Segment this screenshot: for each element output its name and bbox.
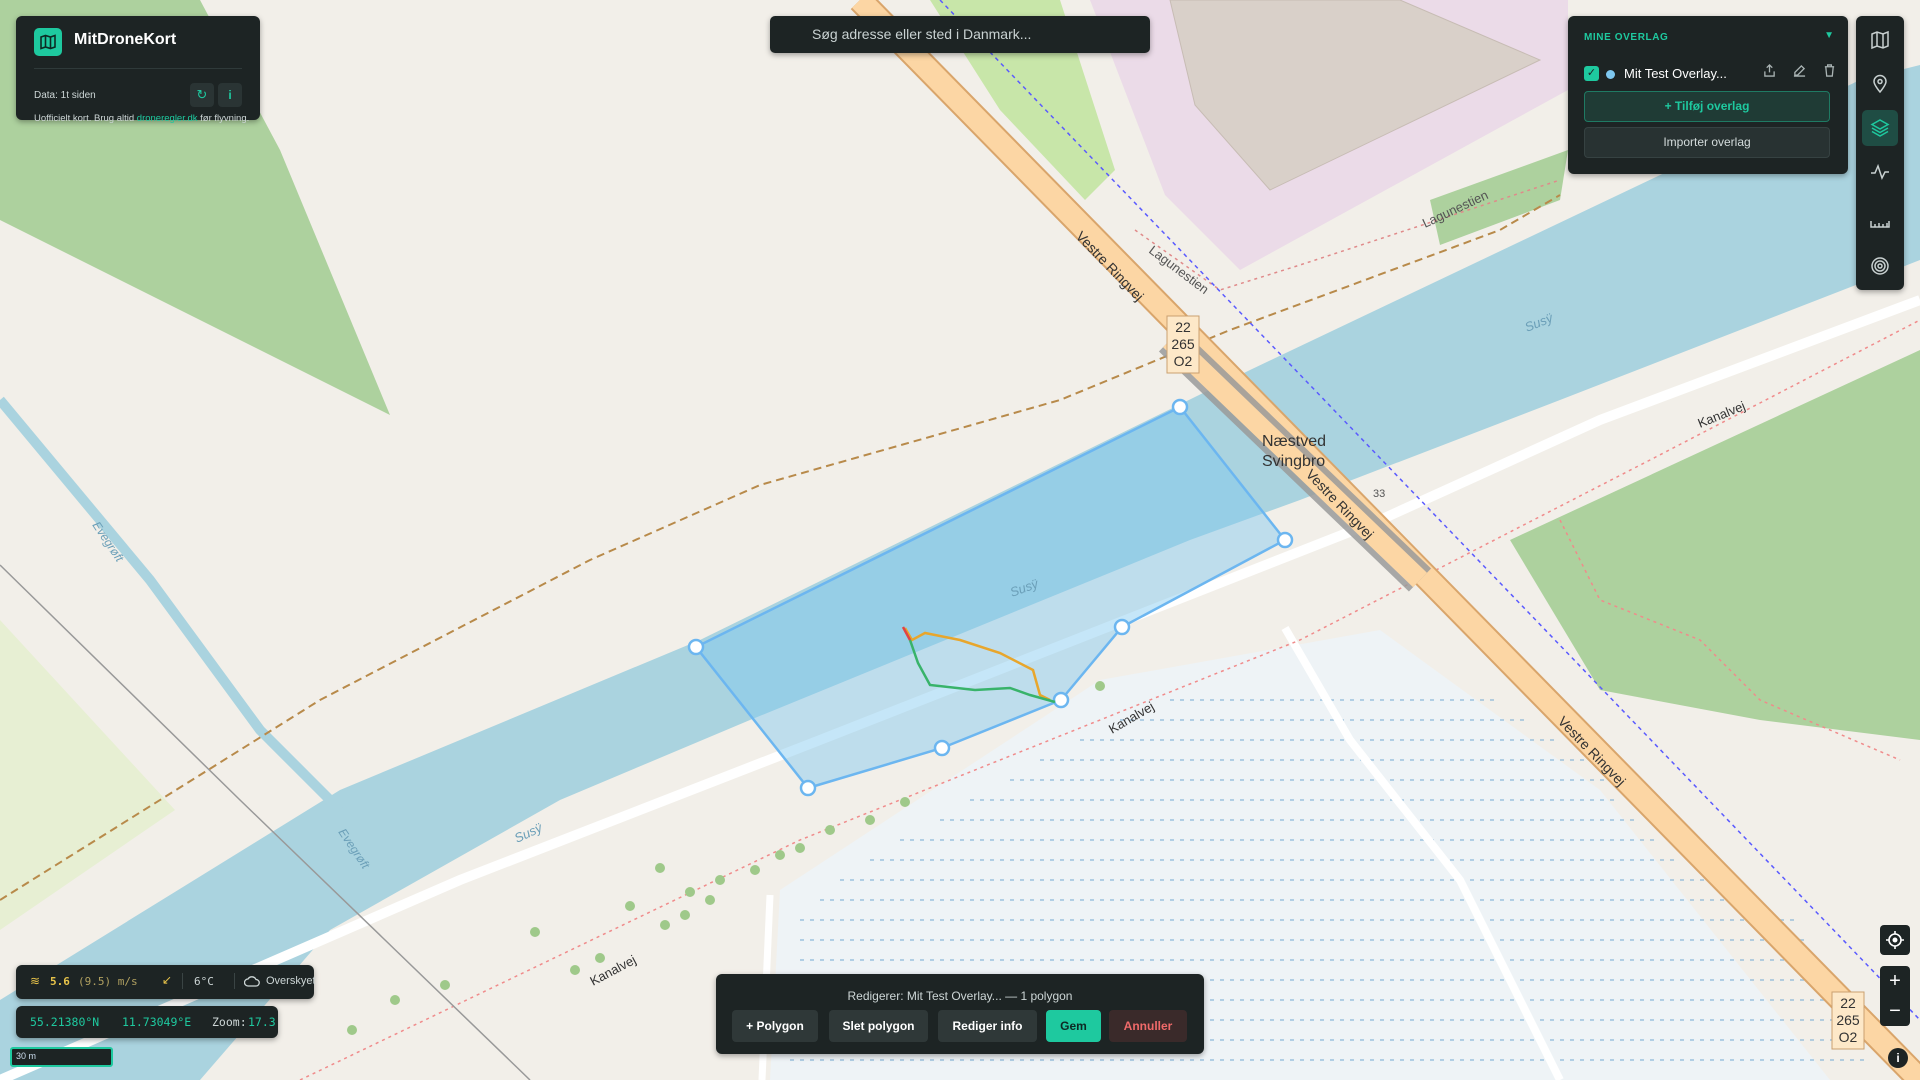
right-toolbar bbox=[1856, 16, 1904, 290]
overlays-panel: MINE OVERLAG ▼ ✓ Mit Test Overlay... + T… bbox=[1568, 16, 1848, 174]
overlay-item[interactable]: ✓ Mit Test Overlay... bbox=[1584, 62, 1834, 86]
label-road-33: 33 bbox=[1373, 488, 1385, 500]
search-placeholder: Søg adresse eller sted i Danmark... bbox=[812, 26, 1032, 42]
add-polygon-button[interactable]: + Polygon bbox=[732, 1010, 818, 1042]
refresh-icon: ↻ bbox=[196, 87, 208, 102]
share-icon[interactable] bbox=[1760, 64, 1778, 82]
target-icon bbox=[1871, 257, 1889, 275]
minus-icon: − bbox=[1889, 999, 1901, 1022]
activity-icon bbox=[1871, 163, 1889, 180]
save-button[interactable]: Gem bbox=[1046, 1010, 1101, 1042]
editing-label: Redigerer: Mit Test Overlay... — 1 polyg… bbox=[847, 989, 1073, 1003]
scale-label: 30 m bbox=[16, 1051, 37, 1061]
overlay-checkbox[interactable]: ✓ bbox=[1584, 66, 1599, 81]
app-title: MitDroneKort bbox=[74, 31, 177, 48]
locate-icon bbox=[1886, 931, 1904, 949]
svg-text:22: 22 bbox=[1840, 995, 1856, 1011]
info-button[interactable]: i bbox=[218, 83, 242, 107]
chevron-down-icon[interactable]: ▼ bbox=[1824, 30, 1834, 41]
refresh-button[interactable]: ↻ bbox=[190, 83, 214, 107]
cloud-icon bbox=[244, 976, 260, 987]
svg-text:O2: O2 bbox=[1174, 353, 1193, 369]
layers-button[interactable] bbox=[1862, 110, 1898, 146]
svg-text:O2: O2 bbox=[1839, 1029, 1858, 1045]
zoom-in-button[interactable]: + bbox=[1880, 966, 1910, 996]
activity-button[interactable] bbox=[1862, 154, 1898, 190]
attribution-info-icon[interactable]: i bbox=[1888, 1048, 1908, 1068]
road-shield-2: 22 265 O2 bbox=[1831, 991, 1865, 1050]
longitude: 11.73049°E bbox=[122, 1015, 192, 1029]
label-naestved: Næstved bbox=[1262, 433, 1326, 450]
wind-gust: (9.5) m/s bbox=[78, 975, 138, 988]
wind-direction-icon: ↙ bbox=[162, 973, 173, 987]
delete-polygon-button[interactable]: Slet polygon bbox=[829, 1010, 928, 1042]
layers-icon bbox=[1870, 119, 1890, 137]
map-button[interactable] bbox=[1862, 22, 1898, 58]
weather-bar: ≋ 5.6 (9.5) m/s ↙ 6°C Overskyet bbox=[16, 965, 316, 999]
disclaimer-text: Uofficielt kort. Brug altid bbox=[34, 113, 137, 124]
overlay-color-dot bbox=[1606, 70, 1615, 79]
cancel-button[interactable]: Annuller bbox=[1109, 1010, 1187, 1042]
map-logo-icon bbox=[34, 28, 62, 56]
plus-icon: + bbox=[1889, 969, 1901, 992]
weather-text: Overskyet bbox=[266, 975, 316, 987]
ruler-icon bbox=[1870, 221, 1890, 228]
latitude: 55.21380°N bbox=[30, 1015, 100, 1029]
zoom-level: 17.3 bbox=[248, 1015, 276, 1029]
label-svingbro: Svingbro bbox=[1262, 453, 1325, 470]
edit-info-button[interactable]: Rediger info bbox=[938, 1010, 1037, 1042]
divider bbox=[182, 973, 183, 989]
droneregler-link[interactable]: droneregler.dk bbox=[137, 113, 198, 124]
road-shield-1: 22 265 O2 bbox=[1166, 315, 1200, 374]
divider bbox=[234, 973, 235, 989]
coordinates-bar: 55.21380°N 11.73049°E Zoom: 17.3 bbox=[16, 1006, 278, 1038]
trash-icon[interactable] bbox=[1820, 64, 1838, 82]
edit-toolbar: Redigerer: Mit Test Overlay... — 1 polyg… bbox=[716, 974, 1204, 1054]
pin-icon bbox=[1873, 74, 1887, 94]
temperature: 6°C bbox=[194, 975, 214, 988]
ruler-button[interactable] bbox=[1862, 206, 1898, 242]
zoom-label: Zoom: bbox=[212, 1015, 247, 1029]
zoom-out-button[interactable]: − bbox=[1880, 996, 1910, 1026]
data-age: Data: 1t siden bbox=[34, 90, 96, 101]
info-icon: i bbox=[228, 88, 232, 102]
divider bbox=[34, 68, 242, 69]
disclaimer-text-end: før flyvning. bbox=[197, 113, 250, 124]
pin-button[interactable] bbox=[1862, 66, 1898, 102]
brand-panel: MitDroneKort Data: 1t siden ↻ i Uofficie… bbox=[16, 16, 260, 124]
add-overlay-button[interactable]: + Tilføj overlag bbox=[1584, 91, 1830, 122]
wind-icon: ≋ bbox=[30, 974, 41, 988]
map-icon bbox=[1871, 30, 1889, 50]
scale-bar: 30 m bbox=[10, 1047, 113, 1067]
disclaimer: Uofficielt kort. Brug altid droneregler.… bbox=[34, 113, 249, 124]
overlays-header: MINE OVERLAG bbox=[1584, 32, 1669, 43]
svg-text:265: 265 bbox=[1171, 336, 1195, 352]
edit-icon[interactable] bbox=[1790, 64, 1808, 82]
svg-text:265: 265 bbox=[1836, 1012, 1860, 1028]
target-button[interactable] bbox=[1862, 248, 1898, 284]
wind-speed: 5.6 bbox=[50, 975, 70, 988]
overlay-name: Mit Test Overlay... bbox=[1624, 66, 1727, 81]
import-overlay-button[interactable]: Importer overlag bbox=[1584, 127, 1830, 158]
svg-text:22: 22 bbox=[1175, 319, 1191, 335]
locate-button[interactable] bbox=[1880, 925, 1910, 955]
search-input[interactable]: Søg adresse eller sted i Danmark... bbox=[770, 16, 1150, 53]
